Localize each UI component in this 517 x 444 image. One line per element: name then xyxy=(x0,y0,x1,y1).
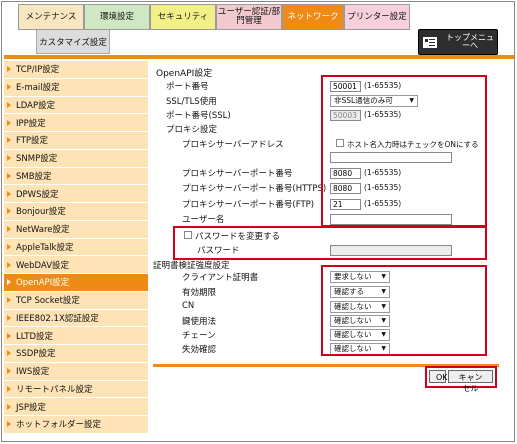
highlight-box-certificates xyxy=(321,265,487,356)
sidebar-item-label: IWS設定 xyxy=(16,367,50,378)
arrow-right-icon xyxy=(7,226,11,233)
arrow-right-icon xyxy=(7,421,11,428)
sidebar-item-label: LLTD設定 xyxy=(16,331,54,342)
sidebar-item-label: Bonjour設定 xyxy=(16,207,66,218)
tab-maintenance[interactable]: メンテナンス xyxy=(18,4,84,30)
tab-environment[interactable]: 環境設定 xyxy=(84,4,150,30)
sidebar-item[interactable]: SSDP設定 xyxy=(4,345,148,363)
sidebar-item[interactable]: SMB設定 xyxy=(4,167,148,186)
sidebar-item-label: WebDAV設定 xyxy=(16,260,70,271)
sidebar-item[interactable]: AppleTalk設定 xyxy=(4,238,148,257)
client-cert-label: クライアント証明書 xyxy=(182,273,259,283)
arrow-right-icon xyxy=(7,332,11,339)
arrow-right-icon xyxy=(7,314,11,321)
revocation-label: 失効確認 xyxy=(182,345,217,355)
header-divider xyxy=(4,55,514,59)
arrow-right-icon xyxy=(7,172,11,179)
sidebar-item-label: SSDP設定 xyxy=(16,349,56,360)
sidebar-item-label: DPWS設定 xyxy=(16,189,59,200)
proxy-port-ftp-label: プロキシサーバーポート番号(FTP) xyxy=(182,200,315,210)
sidebar-item[interactable]: JSP設定 xyxy=(4,398,148,416)
sidebar-item-label: SMB設定 xyxy=(16,171,52,182)
sidebar-item-label: SNMP設定 xyxy=(16,154,58,165)
port-label: ポート番号 xyxy=(166,82,209,92)
top-tab-bar: メンテナンス 環境設定 セキュリティ ユーザー認証/部門管理 ネットワーク プリ… xyxy=(18,4,410,30)
sidebar-item-label: TCP Socket設定 xyxy=(16,296,80,307)
tab-network[interactable]: ネットワーク xyxy=(282,4,344,30)
sidebar-item[interactable]: WebDAV設定 xyxy=(4,256,148,274)
tab-user-auth[interactable]: ユーザー認証/部門管理 xyxy=(216,4,282,30)
cancel-button[interactable]: キャンセル xyxy=(448,370,493,393)
arrow-right-icon xyxy=(7,119,11,126)
cert-strength-label: 証明書検証強度設定 xyxy=(153,261,230,271)
sidebar-item[interactable]: TCP/IP設定 xyxy=(4,61,148,79)
arrow-right-icon xyxy=(7,190,11,197)
arrow-right-icon xyxy=(7,350,11,357)
arrow-right-icon xyxy=(7,297,11,304)
proxy-port-label: プロキシサーバーポート番号 xyxy=(182,169,293,179)
sidebar-item[interactable]: IEEE802.1X認証設定 xyxy=(4,309,148,328)
top-menu-label: トップメニューへ xyxy=(446,33,494,50)
tab-printer-settings[interactable]: プリンター設定 xyxy=(344,4,410,30)
arrow-right-icon xyxy=(7,84,11,91)
menu-list-icon xyxy=(423,36,437,48)
arrow-right-icon xyxy=(7,66,11,73)
sidebar-item-label: E-mail設定 xyxy=(16,83,60,94)
sidebar-item-label: TCP/IP設定 xyxy=(16,65,60,76)
username-label: ユーザー名 xyxy=(182,215,225,225)
arrow-right-icon xyxy=(7,279,11,286)
sidebar-item[interactable]: LDAP設定 xyxy=(4,96,148,115)
proxy-label: プロキシ設定 xyxy=(166,125,218,135)
sidebar: TCP/IP設定 E-mail設定 LDAP設定 IPP設定 FTP設定 SNMP設定 SM… xyxy=(4,61,148,434)
sidebar-item-label: NetWare設定 xyxy=(16,225,70,236)
validity-label: 有効期限 xyxy=(182,288,217,298)
arrow-right-icon xyxy=(7,208,11,215)
port-ssl-label: ポート番号(SSL) xyxy=(166,111,231,121)
sidebar-item[interactable]: Bonjour設定 xyxy=(4,203,148,221)
sidebar-item-label: リモートパネル設定 xyxy=(16,384,93,395)
highlight-box-ports xyxy=(321,75,487,227)
sidebar-item-label: IPP設定 xyxy=(16,118,46,129)
sidebar-item[interactable]: DPWS設定 xyxy=(4,185,148,203)
sidebar-item[interactable]: FTP設定 xyxy=(4,132,148,150)
top-menu-button[interactable]: トップメニューへ xyxy=(418,29,498,55)
arrow-right-icon xyxy=(7,155,11,162)
sidebar-item[interactable]: TCP Socket設定 xyxy=(4,291,148,310)
sidebar-item[interactable]: OpenAPI設定 xyxy=(4,274,148,292)
cn-label: CN xyxy=(182,301,195,311)
arrow-right-icon xyxy=(7,137,11,144)
sidebar-item-label: IEEE802.1X認証設定 xyxy=(16,313,99,324)
sidebar-item-label: LDAP設定 xyxy=(16,100,56,111)
proxy-address-label: プロキシサーバーアドレス xyxy=(182,140,284,150)
chain-label: チェーン xyxy=(182,331,216,341)
highlight-box-password xyxy=(173,226,487,260)
sidebar-item[interactable]: ホットフォルダー設定 xyxy=(4,416,148,434)
sidebar-item[interactable]: IWS設定 xyxy=(4,362,148,381)
key-usage-label: 鍵使用法 xyxy=(182,317,217,327)
sidebar-item[interactable]: LLTD設定 xyxy=(4,327,148,345)
ok-button[interactable]: OK xyxy=(429,370,448,383)
sidebar-item-label: AppleTalk設定 xyxy=(16,242,74,253)
arrow-right-icon xyxy=(7,385,11,392)
sidebar-item[interactable]: E-mail設定 xyxy=(4,78,148,97)
sidebar-item[interactable]: NetWare設定 xyxy=(4,220,148,239)
ssl-label: SSL/TLS使用 xyxy=(166,97,217,107)
sidebar-item[interactable]: リモートパネル設定 xyxy=(4,380,148,399)
proxy-port-https-label: プロキシサーバーポート番号(HTTPS) xyxy=(182,184,327,194)
sidebar-item[interactable]: SNMP設定 xyxy=(4,149,148,168)
sidebar-item-label: OpenAPI設定 xyxy=(16,278,70,289)
tab-security[interactable]: セキュリティ xyxy=(150,4,216,30)
sidebar-item[interactable]: IPP設定 xyxy=(4,114,148,132)
page-title: OpenAPI設定 xyxy=(156,69,213,79)
sidebar-item-label: FTP設定 xyxy=(16,136,49,147)
arrow-right-icon xyxy=(7,368,11,375)
arrow-right-icon xyxy=(7,403,11,410)
sidebar-item-label: ホットフォルダー設定 xyxy=(16,420,102,431)
sidebar-item-label: JSP設定 xyxy=(16,402,47,413)
arrow-right-icon xyxy=(7,261,11,268)
tab-customize[interactable]: カスタマイズ設定 xyxy=(36,30,110,54)
arrow-right-icon xyxy=(7,101,11,108)
arrow-right-icon xyxy=(7,243,11,250)
